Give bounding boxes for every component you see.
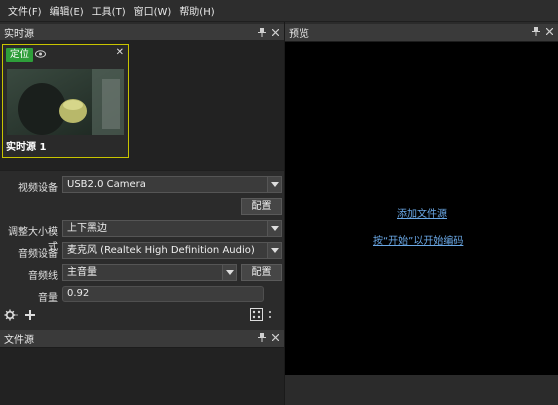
menu-window[interactable]: 窗口(W) (130, 3, 176, 18)
chevron-down-icon[interactable] (267, 177, 281, 192)
preview-panel-header: 预览 (285, 24, 558, 42)
add-icon[interactable] (24, 309, 36, 324)
more-options-icon[interactable] (268, 309, 272, 324)
audio-line-label: 音频线 (28, 271, 58, 282)
audio-line-select[interactable]: 主音量 (62, 264, 237, 281)
volume-label: 音量 (38, 293, 58, 304)
volume-slider[interactable]: 0.92 (62, 286, 264, 302)
chevron-down-icon[interactable] (267, 221, 281, 236)
menu-help[interactable]: 帮助(H) (175, 3, 218, 18)
gear-icon[interactable] (4, 309, 18, 324)
file-panel-header: 文件源 (0, 330, 284, 348)
resize-mode-value: 上下黑边 (67, 223, 107, 234)
eye-icon[interactable] (35, 50, 46, 61)
file-panel-title: 文件源 (4, 335, 34, 346)
close-icon[interactable] (271, 333, 280, 344)
source-label: 实时源 1 (6, 142, 47, 153)
preview-panel-title: 预览 (289, 29, 309, 40)
layout-grid-icon[interactable] (250, 308, 263, 324)
realtime-panel-title: 实时源 (4, 29, 34, 40)
close-icon[interactable] (272, 29, 279, 36)
chevron-down-icon[interactable] (222, 265, 236, 280)
add-file-source-link[interactable]: 添加文件源 (397, 205, 447, 220)
preview-bottom-strip (285, 375, 558, 405)
menu-edit[interactable]: 编辑(E) (46, 3, 88, 18)
camera-thumbnail (7, 69, 124, 135)
close-icon[interactable] (545, 27, 554, 38)
video-device-select[interactable]: USB2.0 Camera (62, 176, 282, 193)
video-device-label: 视频设备 (18, 183, 58, 194)
card-close-icon[interactable]: ✕ (116, 47, 124, 58)
audio-line-value: 主音量 (67, 267, 97, 278)
audio-device-label: 音频设备 (18, 249, 58, 260)
audio-device-value: 麦克风 (Realtek High Definition Audio) (67, 245, 255, 256)
audio-config-button[interactable]: 配置 (241, 264, 282, 281)
video-device-value: USB2.0 Camera (67, 179, 146, 190)
pin-icon[interactable] (258, 28, 266, 37)
menu-file[interactable]: 文件(F) (4, 3, 46, 18)
pin-icon[interactable] (532, 26, 540, 39)
volume-value: 0.92 (67, 288, 90, 299)
realtime-source-card[interactable]: 定位 ✕ 实时源 1 (2, 44, 129, 158)
audio-device-select[interactable]: 麦克风 (Realtek High Definition Audio) (62, 242, 282, 259)
file-source-area (0, 348, 284, 405)
chevron-down-icon[interactable] (267, 243, 281, 258)
video-config-button[interactable]: 配置 (241, 198, 282, 215)
menu-tools[interactable]: 工具(T) (88, 3, 130, 18)
resize-mode-select[interactable]: 上下黑边 (62, 220, 282, 237)
locate-badge[interactable]: 定位 (6, 48, 34, 62)
pin-icon[interactable] (258, 332, 266, 345)
menu-bar: 文件(F) 编辑(E) 工具(T) 窗口(W) 帮助(H) (0, 0, 558, 22)
start-encoding-link[interactable]: 按“开始”以开始编码 (373, 232, 463, 247)
